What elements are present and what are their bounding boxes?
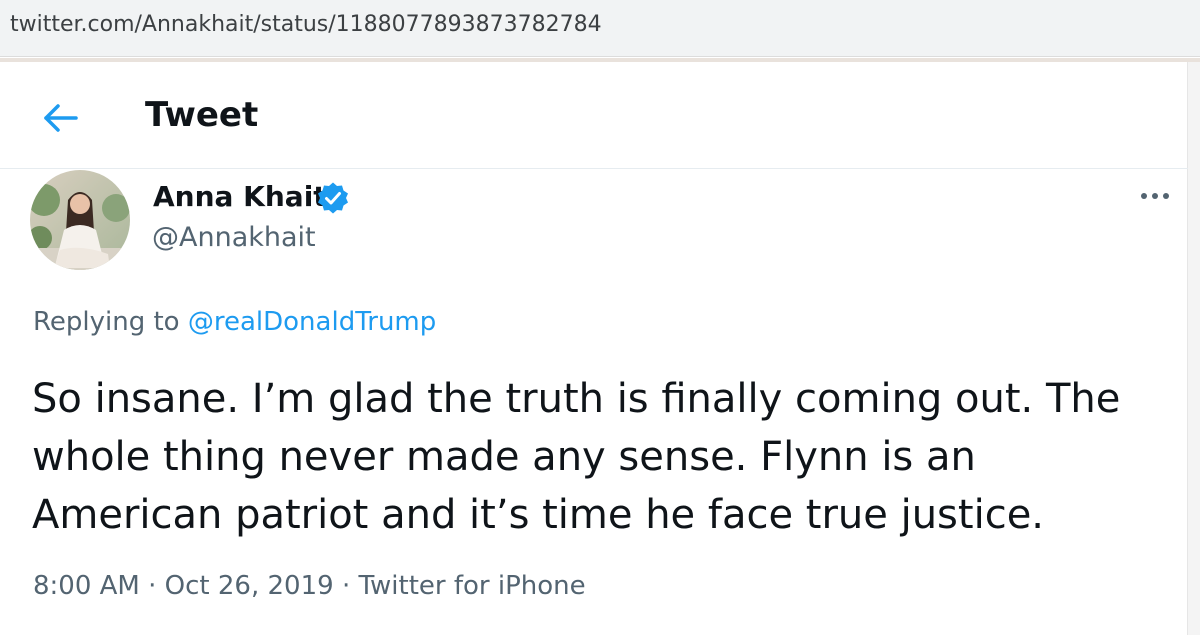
tweet-metadata: 8:00 AM · Oct 26, 2019 · Twitter for iPh… bbox=[33, 571, 586, 601]
replying-to: Replying to @realDonaldTrump bbox=[33, 307, 436, 337]
author-display-name[interactable]: Anna Khait bbox=[153, 180, 327, 213]
verified-badge-icon bbox=[318, 182, 348, 214]
avatar[interactable] bbox=[30, 170, 130, 270]
tweet-text: So insane. I’m glad the truth is finally… bbox=[32, 376, 1121, 538]
separator: · bbox=[341, 571, 351, 601]
mention-link[interactable]: @realDonaldTrump bbox=[188, 307, 436, 337]
page-header: Tweet bbox=[0, 62, 1188, 169]
back-arrow-icon[interactable] bbox=[38, 98, 82, 138]
author-handle[interactable]: @Annakhait bbox=[152, 222, 316, 253]
page-title: Tweet bbox=[145, 95, 259, 135]
url-text[interactable]: twitter.com/Annakhait/status/11880778938… bbox=[10, 12, 602, 37]
replying-label: Replying to bbox=[33, 307, 180, 337]
tweet-date[interactable]: Oct 26, 2019 bbox=[165, 571, 334, 601]
separator: · bbox=[148, 571, 157, 601]
tweet-time[interactable]: 8:00 AM bbox=[33, 571, 140, 601]
address-bar[interactable]: twitter.com/Annakhait/status/11880778938… bbox=[0, 0, 1200, 57]
tweet-source[interactable]: Twitter for iPhone bbox=[358, 571, 585, 601]
more-options-icon[interactable] bbox=[1138, 186, 1172, 206]
scrollbar[interactable] bbox=[1187, 62, 1200, 635]
avatar-photo-icon bbox=[30, 170, 130, 270]
